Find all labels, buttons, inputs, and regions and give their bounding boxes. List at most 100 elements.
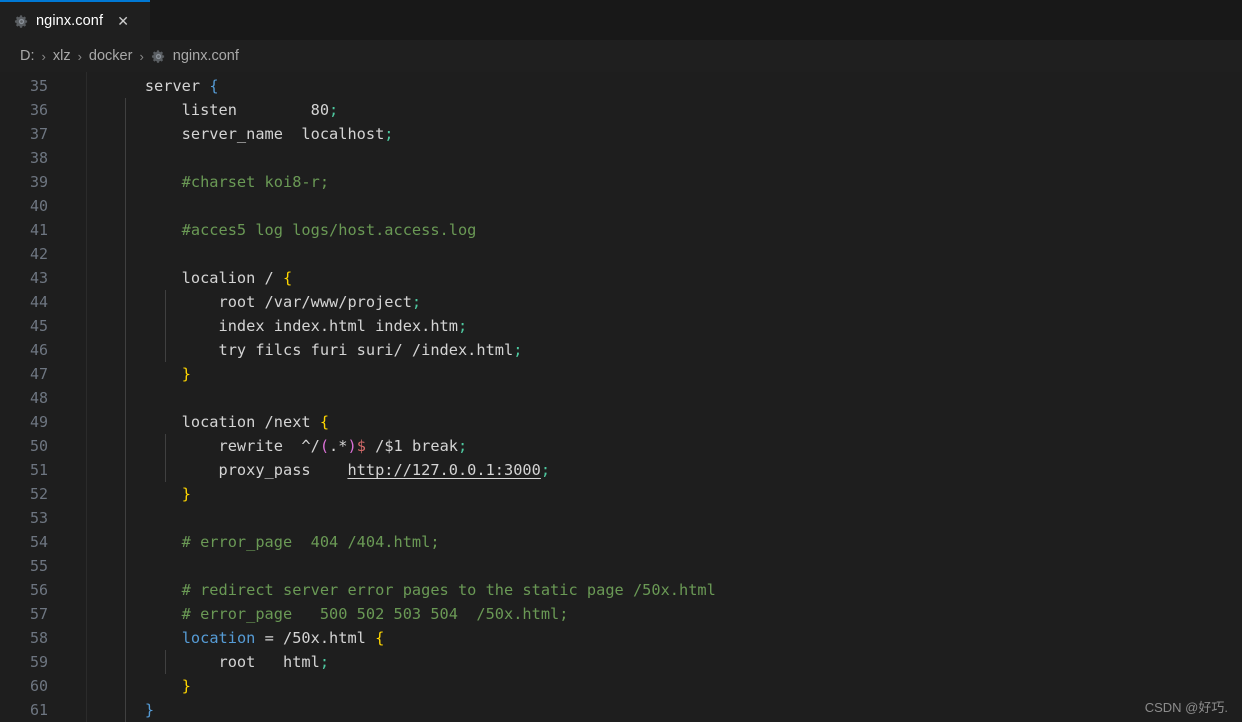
code-line[interactable]: 39 #charset koi8-r; [0, 170, 1242, 194]
line-number: 56 [29, 581, 48, 599]
line-number: 41 [29, 221, 48, 239]
line-number: 35 [29, 77, 48, 95]
line-number: 38 [29, 149, 48, 167]
code-line-text: } [181, 485, 191, 503]
line-number: 39 [29, 173, 48, 191]
code-line[interactable]: 53 [0, 506, 1242, 530]
code-line[interactable]: 37 server_name localhost; [0, 122, 1242, 146]
chevron-right-icon: › [41, 48, 46, 64]
breadcrumb-item-root[interactable]: D: [20, 48, 35, 64]
code-line-text: location = /50x.html { [181, 629, 385, 647]
code-line[interactable]: 54 # error_page 404 /404.html; [0, 530, 1242, 554]
code-line[interactable]: 49 location /next { [0, 410, 1242, 434]
code-line[interactable]: 36 listen 80; [0, 98, 1242, 122]
code-line[interactable]: 59 root html; [0, 650, 1242, 674]
code-line-text: root /var/www/project; [108, 293, 422, 311]
line-number: 49 [29, 413, 48, 431]
breadcrumb-item-docker[interactable]: docker [89, 48, 133, 64]
breadcrumb-label: nginx.conf [172, 48, 239, 64]
watermark: CSDN @好巧. [1144, 700, 1228, 715]
code-line-text [62, 386, 1242, 410]
code-line[interactable]: 38 [0, 146, 1242, 170]
line-number: 36 [29, 101, 48, 119]
code-line-text: #charset koi8-r; [108, 173, 330, 191]
code-line-text [62, 506, 1242, 530]
code-line[interactable]: 35 server { [0, 74, 1242, 98]
code-line[interactable]: 45 index index.html index.htm; [0, 314, 1242, 338]
code-line[interactable]: 48 [0, 386, 1242, 410]
code-line-text: index index.html index.htm; [108, 317, 468, 335]
line-number: 43 [29, 269, 48, 287]
code-line-text: } [144, 701, 155, 719]
close-icon[interactable]: ✕ [114, 12, 132, 30]
chevron-right-icon: › [77, 48, 82, 64]
code-line-text: try filcs furi suri/ /index.html; [108, 341, 523, 359]
code-line-text: server { [144, 77, 219, 95]
code-line[interactable]: 57 # error_page 500 502 503 504 /50x.htm… [0, 602, 1242, 626]
code-line[interactable]: 46 try filcs furi suri/ /index.html; [0, 338, 1242, 362]
code-line[interactable]: 44 root /var/www/project; [0, 290, 1242, 314]
breadcrumb-label: xlz [52, 48, 71, 64]
line-number: 51 [29, 461, 48, 479]
code-line[interactable]: 56 # redirect server error pages to the … [0, 578, 1242, 602]
breadcrumb-label: D: [20, 48, 35, 64]
code-line-text [62, 194, 1242, 218]
breadcrumb-label: docker [88, 48, 133, 64]
line-number: 40 [29, 197, 48, 215]
code-line[interactable]: 41 #acces5 log logs/host.access.log [0, 218, 1242, 242]
breadcrumb-item-xlz[interactable]: xlz [53, 48, 71, 64]
code-line-text: rewrite ^/(.*)$ /$1 break; [108, 437, 468, 455]
code-line[interactable]: 42 [0, 242, 1242, 266]
tab-bar: nginx.conf ✕ [0, 0, 1242, 40]
code-line[interactable]: 50 rewrite ^/(.*)$ /$1 break; [0, 434, 1242, 458]
code-line-text: # redirect server error pages to the sta… [108, 581, 716, 599]
code-line[interactable]: 43 localion / { [0, 266, 1242, 290]
code-line-text: } [181, 365, 191, 383]
line-number: 57 [29, 605, 48, 623]
line-number: 60 [29, 677, 48, 695]
code-line-text: listen 80; [108, 101, 339, 119]
line-number: 50 [29, 437, 48, 455]
code-line-text: proxy_pass http://127.0.0.1:3000; [108, 461, 551, 479]
line-number: 53 [29, 509, 48, 527]
code-line[interactable]: 52 } [0, 482, 1242, 506]
line-number: 48 [29, 389, 48, 407]
code-line[interactable]: 47 } [0, 362, 1242, 386]
line-number: 54 [29, 533, 48, 551]
chevron-right-icon: › [139, 48, 144, 64]
code-line-text: # error_page 404 /404.html; [108, 533, 440, 551]
code-line-text: } [181, 677, 191, 695]
line-number: 46 [29, 341, 48, 359]
code-line-text [62, 554, 1242, 578]
line-number: 52 [29, 485, 48, 503]
code-line-text: localion / { [108, 269, 293, 287]
code-line[interactable]: 60 } [0, 674, 1242, 698]
gear-icon [151, 48, 167, 64]
gear-icon [13, 13, 29, 29]
line-number: 59 [29, 653, 48, 671]
code-line[interactable]: 55 [0, 554, 1242, 578]
code-line-text: location /next { [108, 413, 330, 431]
code-line-text: #acces5 log logs/host.access.log [108, 221, 477, 239]
line-number: 45 [29, 317, 48, 335]
code-editor[interactable]: 35 server {36 listen 80; 37 server_name l… [0, 72, 1242, 722]
line-number: 44 [29, 293, 48, 311]
code-line-text: # error_page 500 502 503 504 /50x.html; [108, 605, 569, 623]
line-number: 47 [29, 365, 48, 383]
code-line-text: root html; [108, 653, 330, 671]
code-line[interactable]: 40 [0, 194, 1242, 218]
line-number: 61 [29, 701, 48, 719]
code-line[interactable]: 61 } [0, 698, 1242, 722]
breadcrumb: D: › xlz › docker › nginx.conf [0, 40, 1242, 72]
line-number: 55 [29, 557, 48, 575]
code-line[interactable]: 51 proxy_pass http://127.0.0.1:3000; [0, 458, 1242, 482]
line-number: 42 [29, 245, 48, 263]
editor-content[interactable]: 35 server {36 listen 80; 37 server_name l… [0, 72, 1242, 722]
breadcrumb-item-file[interactable]: nginx.conf [151, 48, 239, 64]
code-line-text [62, 242, 1242, 266]
editor-tab-nginx-conf[interactable]: nginx.conf ✕ [0, 0, 150, 40]
code-line-text: server_name localhost; [108, 125, 394, 143]
code-line[interactable]: 58 location = /50x.html { [0, 626, 1242, 650]
code-line-text [62, 146, 1242, 170]
line-number: 37 [29, 125, 48, 143]
